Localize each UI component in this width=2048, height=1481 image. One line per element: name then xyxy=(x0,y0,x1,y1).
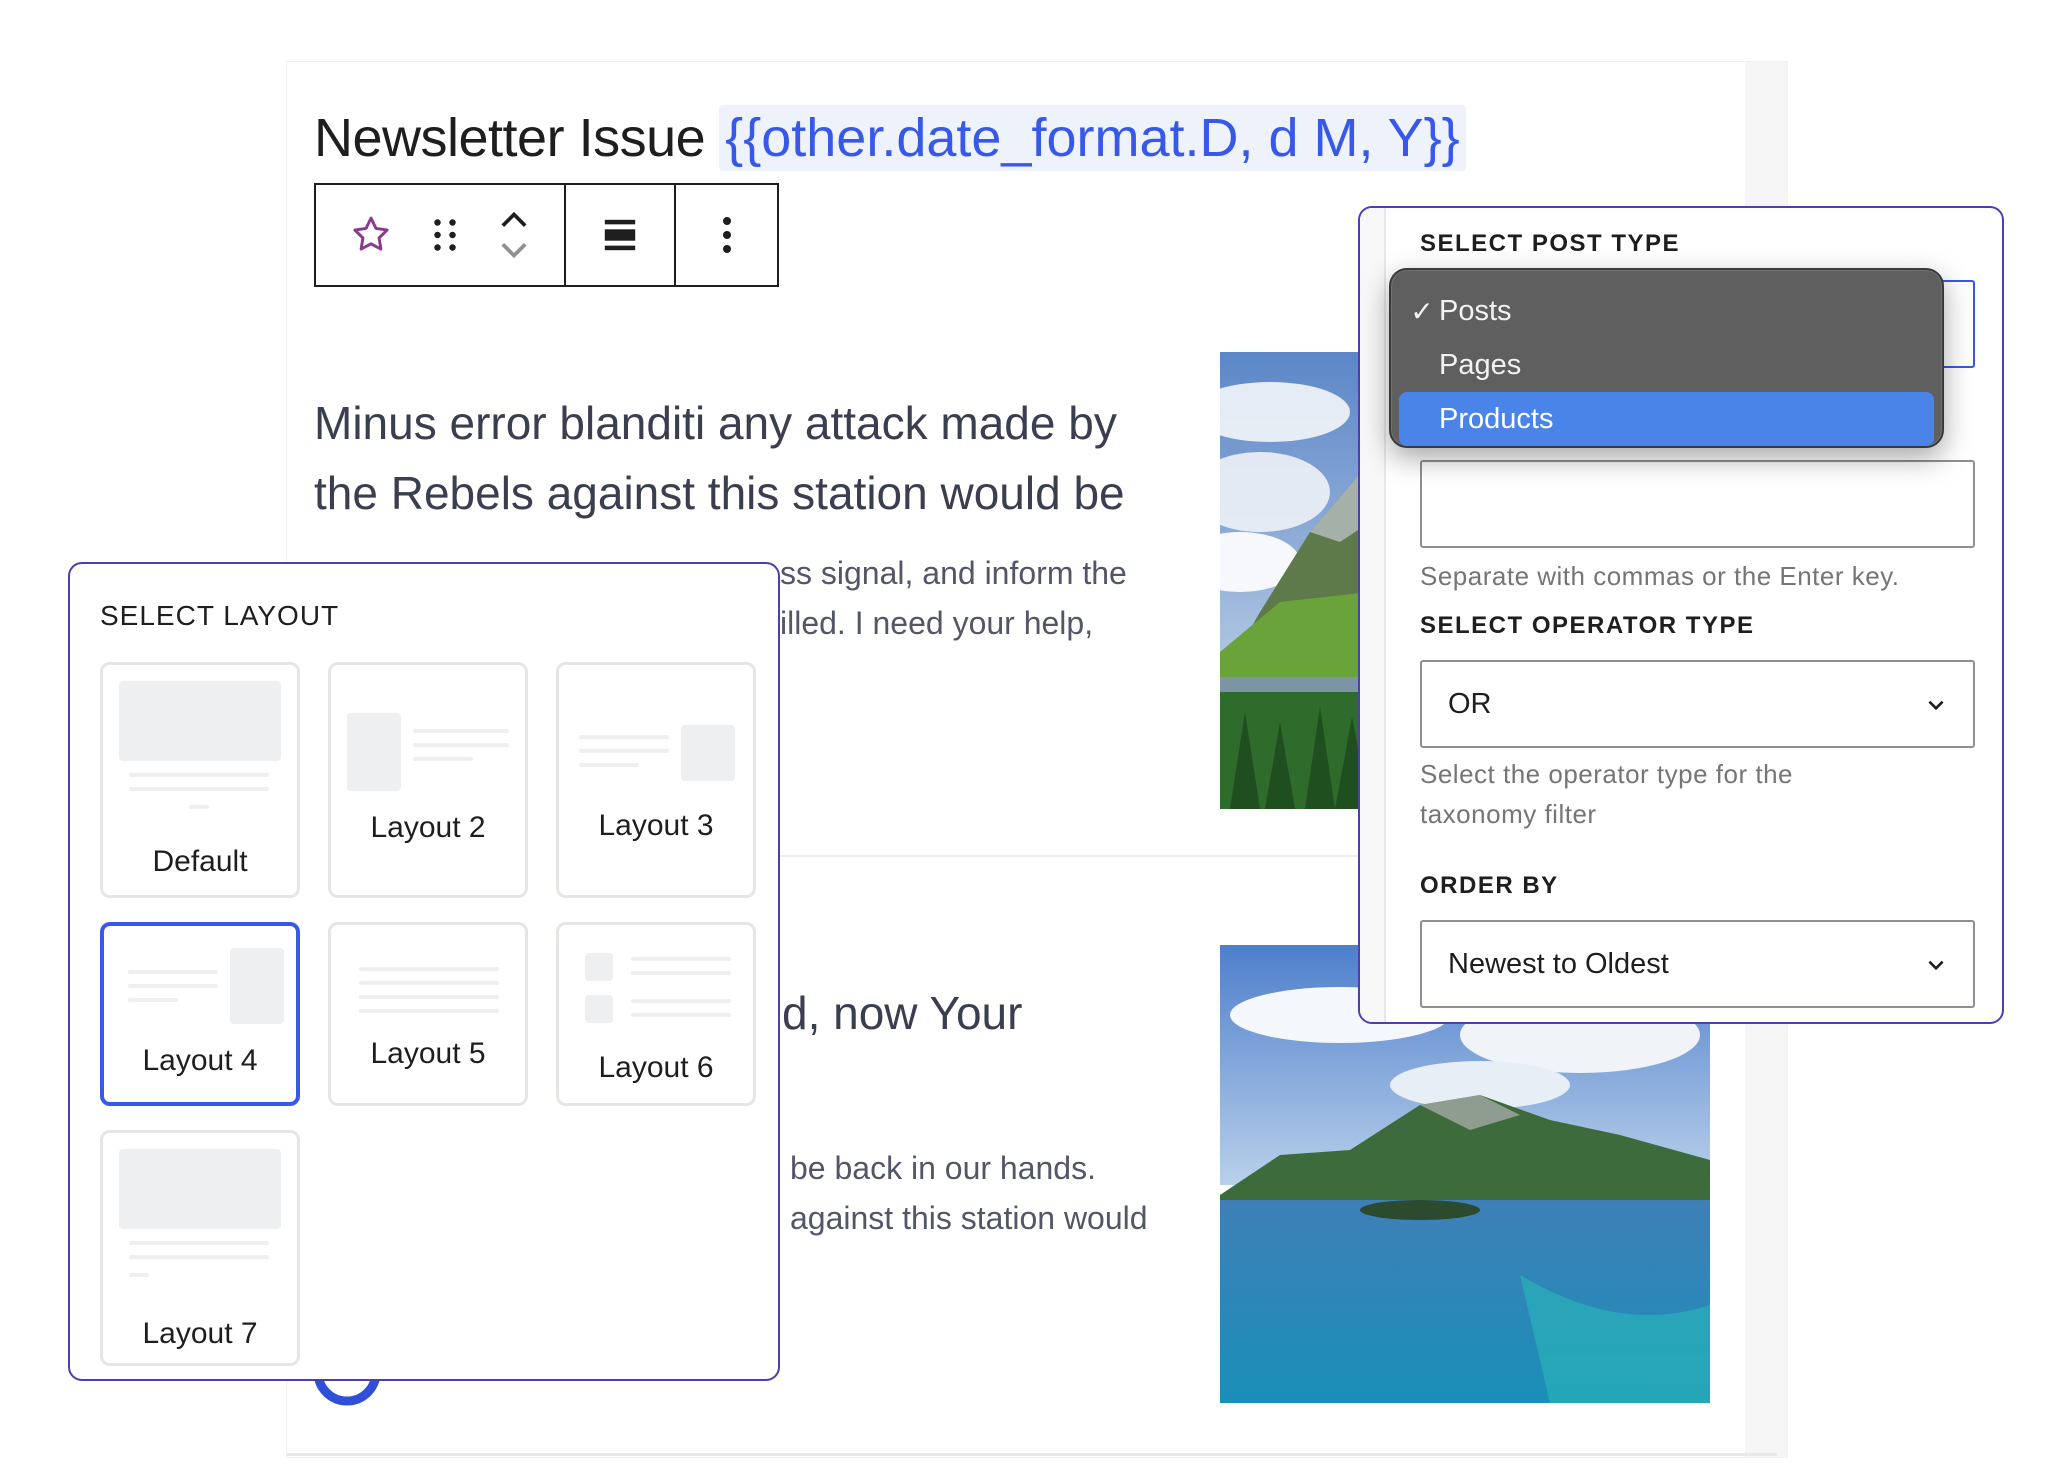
layout-preview-line xyxy=(189,805,209,809)
panel-edge xyxy=(1360,208,1386,1022)
post-title[interactable]: Newsletter Issue {{other.date_format.D, … xyxy=(314,105,1466,171)
checkmark-icon: ✓ xyxy=(1410,295,1434,327)
layout-preview-line xyxy=(129,787,269,791)
layout-preview-line xyxy=(631,1013,731,1017)
terms-help-text: Separate with commas or the Enter key. xyxy=(1420,561,1900,591)
layout-option-label: Layout 3 xyxy=(598,809,714,842)
toolbar-group-block xyxy=(316,185,566,285)
more-vertical-icon[interactable] xyxy=(721,185,733,285)
heading-line: Minus error blanditi any attack made by xyxy=(314,397,1117,449)
canvas-bottom-border xyxy=(287,1453,1777,1456)
option-label: Products xyxy=(1439,402,1554,435)
taxonomy-terms-input[interactable] xyxy=(1420,460,1975,548)
order-by-select[interactable]: Newest to Oldest xyxy=(1420,920,1975,1008)
toolbar-group-align xyxy=(566,185,676,285)
toolbar-group-more xyxy=(676,185,777,285)
layout-preview-image xyxy=(347,713,401,791)
layout-preview-line xyxy=(413,729,509,733)
order-by-value: Newest to Oldest xyxy=(1448,947,1669,980)
post-type-label: SELECT POST TYPE xyxy=(1420,230,1681,257)
layout-preview-image xyxy=(585,995,613,1023)
layout-preview-line xyxy=(579,749,669,753)
layout-option-7[interactable]: Layout 7 xyxy=(100,1130,300,1366)
layout-preview-line xyxy=(129,773,269,777)
date-shortcode[interactable]: {{other.date_format.D, d M, Y}} xyxy=(719,105,1466,171)
heading-line: the Rebels against this station would be xyxy=(314,467,1125,519)
layout-option-6[interactable]: Layout 6 xyxy=(556,922,756,1106)
post-type-dropdown-menu: ✓ Posts Pages Products xyxy=(1389,268,1944,448)
layout-preview-line xyxy=(129,1241,269,1245)
operator-type-value: OR xyxy=(1448,687,1492,720)
layout-option-4[interactable]: Layout 4 xyxy=(100,922,300,1106)
layout-preview-image xyxy=(681,725,735,781)
layout-preview-line xyxy=(579,763,639,767)
layout-option-label: Layout 6 xyxy=(598,1051,714,1084)
option-label: Pages xyxy=(1439,348,1522,381)
post-thumbnail-mountain xyxy=(1220,352,1370,809)
post-type-option-posts[interactable]: ✓ Posts xyxy=(1399,284,1934,338)
layout-preview-line xyxy=(128,998,178,1002)
move-up-down-icon[interactable] xyxy=(497,185,531,285)
layout-preview-line xyxy=(359,995,499,999)
order-by-label: ORDER BY xyxy=(1420,872,1559,899)
layout-option-label: Layout 4 xyxy=(142,1044,258,1077)
layout-selector-panel: SELECT LAYOUT Default Layout 2 Layout 3 … xyxy=(68,562,780,1381)
layout-preview-line xyxy=(579,735,669,739)
heading-line: d, now Your xyxy=(782,987,1023,1039)
chevron-down-icon xyxy=(1928,700,1944,711)
paragraph-line: against this station would xyxy=(790,1200,1148,1236)
layout-preview-image xyxy=(585,953,613,981)
operator-help-text: Select the operator type for the taxonom… xyxy=(1420,754,1793,834)
layout-option-label: Layout 7 xyxy=(142,1317,258,1350)
chevron-down-icon xyxy=(1928,960,1944,971)
layout-preview-line xyxy=(129,1273,149,1277)
drag-handle-icon[interactable] xyxy=(430,185,460,285)
align-icon[interactable] xyxy=(601,185,639,285)
star-icon[interactable] xyxy=(349,185,393,285)
option-label: Posts xyxy=(1439,294,1512,327)
layout-preview-image xyxy=(119,1149,281,1229)
layout-option-5[interactable]: Layout 5 xyxy=(328,922,528,1106)
block-toolbar xyxy=(314,183,779,287)
layout-preview-line xyxy=(359,1009,499,1013)
post-excerpt-heading[interactable]: Minus error blanditi any attack made by … xyxy=(314,388,1174,528)
layout-preview-line xyxy=(631,971,731,975)
layout-preview-line xyxy=(128,970,218,974)
layout-option-3[interactable]: Layout 3 xyxy=(556,662,756,898)
layout-option-default[interactable]: Default xyxy=(100,662,300,898)
layout-preview-line xyxy=(359,981,499,985)
layout-preview-line xyxy=(413,757,473,761)
layout-option-label: Layout 2 xyxy=(370,811,486,844)
layout-panel-label: SELECT LAYOUT xyxy=(100,600,340,631)
post-title-text[interactable]: Newsletter Issue xyxy=(314,107,706,169)
paragraph-line: be back in our hands. xyxy=(790,1150,1096,1186)
layout-preview-line xyxy=(413,743,509,747)
post-type-option-products[interactable]: Products xyxy=(1399,392,1934,446)
operator-type-select[interactable]: OR xyxy=(1420,660,1975,748)
layout-preview-line xyxy=(631,957,731,961)
layout-preview-image xyxy=(230,948,284,1024)
post-heading-2[interactable]: d, now Your xyxy=(782,978,1082,1048)
help-line: taxonomy filter xyxy=(1420,799,1597,829)
post-type-option-pages[interactable]: Pages xyxy=(1399,338,1934,392)
paragraph-line: ss signal, and inform the xyxy=(780,555,1127,591)
post-paragraph-2: be back in our hands. against this stati… xyxy=(790,1143,1148,1243)
layout-preview-line xyxy=(129,1255,269,1259)
layout-preview-image xyxy=(119,681,281,761)
layout-preview-line xyxy=(128,984,218,988)
paragraph-line: illed. I need your help, xyxy=(780,605,1094,641)
operator-type-label: SELECT OPERATOR TYPE xyxy=(1420,612,1755,639)
layout-preview-line xyxy=(359,967,499,971)
layout-option-label: Layout 5 xyxy=(370,1037,486,1070)
layout-option-2[interactable]: Layout 2 xyxy=(328,662,528,898)
post-paragraph: ss signal, and inform the illed. I need … xyxy=(780,548,1127,648)
layout-preview-line xyxy=(631,999,731,1003)
help-line: Select the operator type for the xyxy=(1420,759,1793,789)
layout-option-label: Default xyxy=(152,845,248,878)
